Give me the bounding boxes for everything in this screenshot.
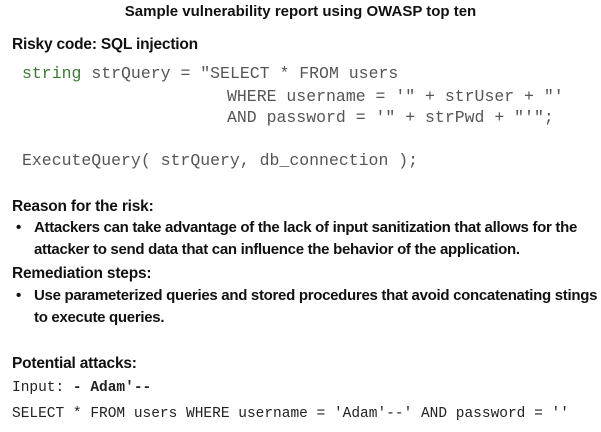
code-keyword-string: string bbox=[22, 64, 82, 83]
code-line-2: WHERE username = '" + strUser + "' bbox=[227, 87, 564, 106]
attack-input-label: Input: bbox=[12, 380, 73, 396]
code-line-4: ExecuteQuery( strQuery, db_connection ); bbox=[22, 151, 419, 170]
remediation-text: Use parameterized queries and stored pro… bbox=[34, 287, 598, 326]
remediation-heading: Remediation steps: bbox=[12, 265, 152, 282]
code-line-3: AND password = '" + strPwd + "'"; bbox=[227, 108, 554, 127]
bullet-icon: • bbox=[16, 287, 21, 304]
risky-code-heading: Risky code: SQL injection bbox=[12, 36, 198, 53]
attacks-heading: Potential attacks: bbox=[12, 355, 137, 372]
code-line-1-rest: strQuery = "SELECT * FROM users bbox=[81, 64, 399, 83]
remediation-bullet: • Use parameterized queries and stored p… bbox=[16, 285, 601, 329]
page-title: Sample vulnerability report using OWASP … bbox=[124, 3, 477, 20]
code-line-1: string strQuery = "SELECT * FROM users bbox=[22, 63, 398, 85]
attack-input-line: Input: - Adam'-- bbox=[12, 380, 151, 396]
reason-bullet: • Attackers can take advantage of the la… bbox=[16, 217, 601, 261]
reason-text: Attackers can take advantage of the lack… bbox=[34, 219, 578, 258]
bullet-icon: • bbox=[16, 219, 21, 236]
attack-resulting-query: SELECT * FROM users WHERE username = 'Ad… bbox=[12, 406, 569, 422]
attack-input-value: - Adam'-- bbox=[72, 380, 152, 396]
reason-heading: Reason for the risk: bbox=[12, 198, 154, 215]
